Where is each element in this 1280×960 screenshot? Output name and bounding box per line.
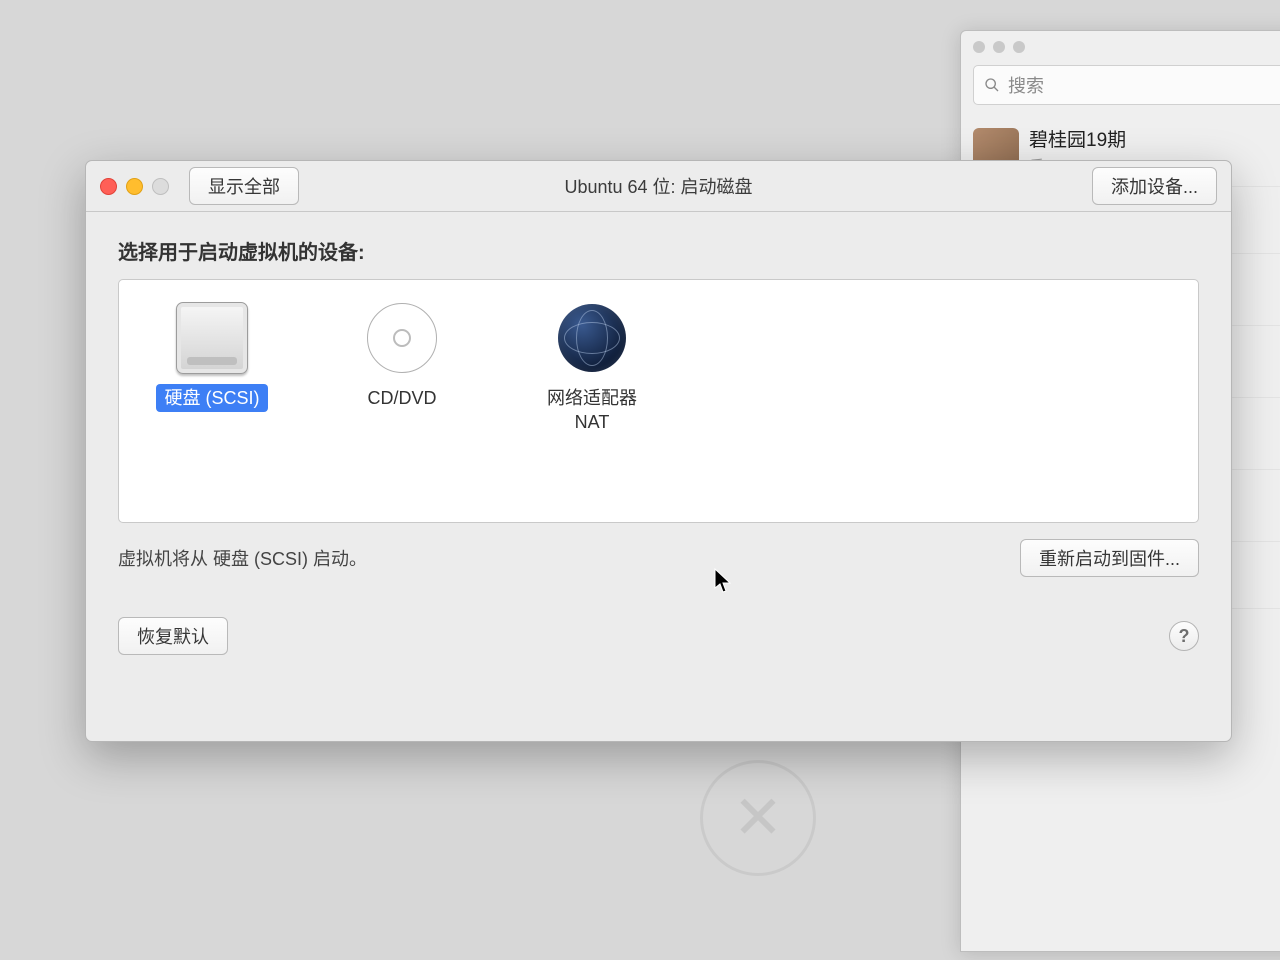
search-icon <box>984 77 1000 93</box>
zoom-button[interactable] <box>152 178 169 195</box>
show-all-button[interactable]: 显示全部 <box>189 167 299 205</box>
device-label: CD/DVD <box>359 384 444 412</box>
titlebar: 显示全部 Ubuntu 64 位: 启动磁盘 添加设备... <box>86 161 1231 212</box>
close-button[interactable] <box>100 178 117 195</box>
restart-to-firmware-button[interactable]: 重新启动到固件... <box>1020 539 1199 577</box>
device-network[interactable]: 网络适配器 NAT <box>527 298 657 508</box>
device-hdd[interactable]: 硬盘 (SCSI) <box>147 298 277 508</box>
bg-dot <box>993 41 1005 53</box>
device-list: 硬盘 (SCSI) CD/DVD 网络适配器 NAT <box>118 279 1199 523</box>
bg-search-placeholder: 搜索 <box>1008 72 1044 98</box>
harddisk-icon <box>176 302 248 374</box>
cd-icon <box>367 303 437 373</box>
device-sublabel: NAT <box>575 412 610 433</box>
network-globe-icon <box>558 304 626 372</box>
device-label: 硬盘 (SCSI) <box>156 384 267 412</box>
bg-dot <box>1013 41 1025 53</box>
startup-disk-window: 显示全部 Ubuntu 64 位: 启动磁盘 添加设备... 选择用于启动虚拟机… <box>85 160 1232 742</box>
device-label: 网络适配器 <box>539 384 645 412</box>
restore-defaults-button[interactable]: 恢复默认 <box>118 617 228 655</box>
add-device-button[interactable]: 添加设备... <box>1092 167 1217 205</box>
traffic-lights <box>100 178 169 195</box>
bg-dot <box>973 41 985 53</box>
minimize-button[interactable] <box>126 178 143 195</box>
help-button[interactable]: ? <box>1169 621 1199 651</box>
device-cd[interactable]: CD/DVD <box>337 298 467 508</box>
watermark-icon: ✕ <box>700 760 816 876</box>
prompt-label: 选择用于启动虚拟机的设备: <box>118 236 1199 265</box>
chat-title: 碧桂园19期 <box>1029 125 1126 152</box>
bg-traffic-lights <box>961 31 1280 59</box>
status-text: 虚拟机将从 硬盘 (SCSI) 启动。 <box>118 545 367 571</box>
bg-search-input[interactable]: 搜索 <box>973 65 1280 105</box>
